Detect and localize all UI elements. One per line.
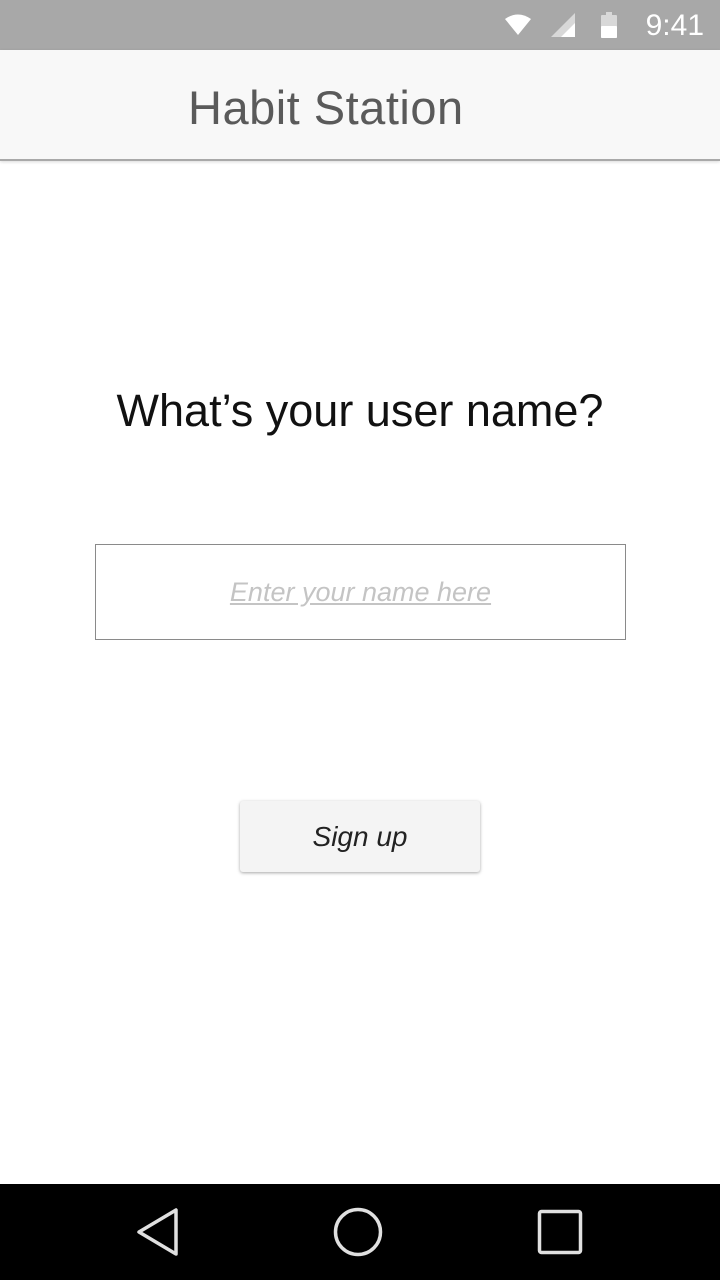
status-clock: 9:41: [645, 9, 704, 42]
back-icon: [137, 1208, 178, 1256]
recents-icon: [537, 1209, 583, 1255]
wifi-icon: [500, 0, 536, 50]
signal-icon: [548, 0, 578, 50]
username-input[interactable]: [96, 545, 625, 639]
recents-button[interactable]: [512, 1184, 608, 1280]
nav-bar: [0, 1184, 720, 1280]
app-title: Habit Station: [188, 81, 464, 134]
username-question: What’s your user name?: [116, 385, 604, 436]
battery-icon: [596, 0, 622, 50]
app-bar: Habit Station: [0, 50, 720, 161]
status-bar: 9:41: [0, 0, 720, 50]
home-button[interactable]: [310, 1184, 406, 1280]
home-icon: [333, 1207, 383, 1257]
username-field[interactable]: [95, 544, 626, 640]
back-button[interactable]: [110, 1184, 206, 1280]
signup-button[interactable]: Sign up: [240, 801, 480, 872]
